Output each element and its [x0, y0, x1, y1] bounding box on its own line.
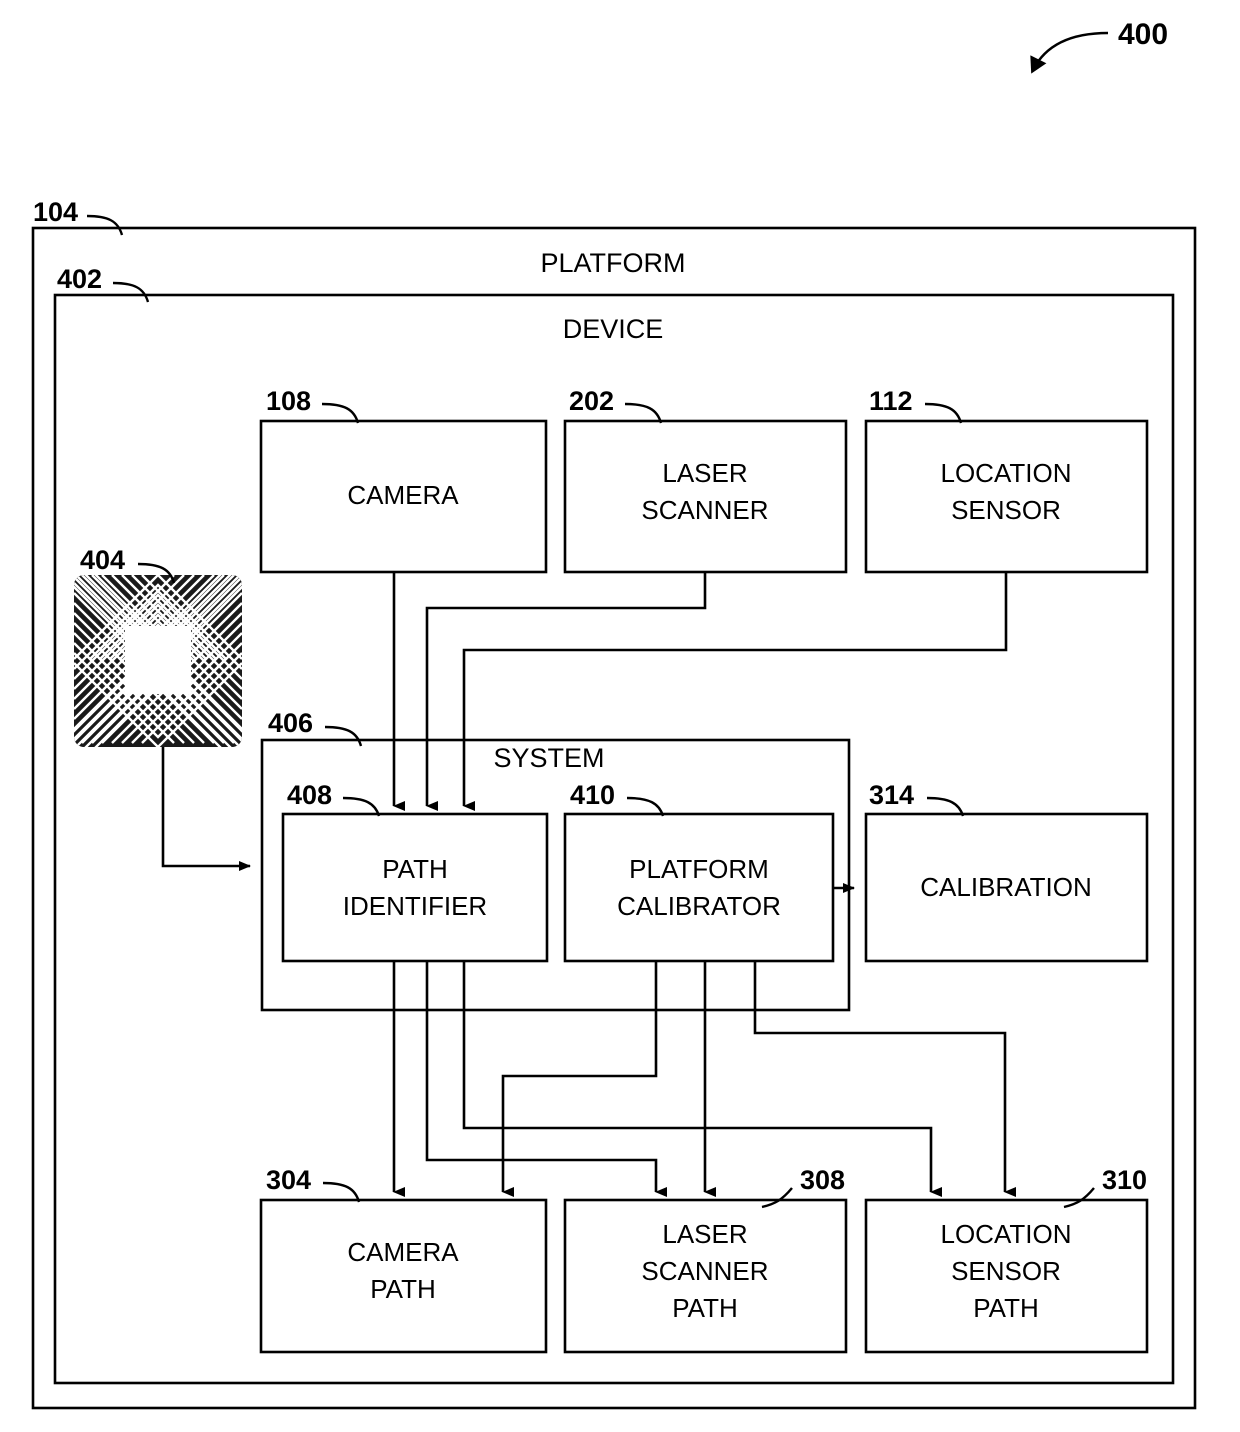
figure-pointer-arrow	[1030, 31, 1109, 74]
laser-scanner-ref-callout: 202	[569, 386, 663, 424]
location-sensor-path-label-line2: SENSOR	[951, 1256, 1061, 1286]
path-identifier-ref-callout: 408	[287, 780, 381, 817]
camera-ref-callout: 108	[266, 386, 360, 424]
path-identifier-ref-number: 408	[287, 780, 332, 810]
location-sensor-path-ref-number: 310	[1102, 1165, 1147, 1195]
location-sensor-path-label-line1: LOCATION	[941, 1219, 1072, 1249]
system-label: SYSTEM	[493, 743, 604, 773]
path-identifier-label-line1: PATH	[382, 854, 447, 884]
figure-number: 400	[1118, 18, 1168, 51]
location-sensor-path-label-line3: PATH	[973, 1293, 1038, 1323]
wire-platform-calibrator-to-camera-path	[501, 961, 658, 1197]
platform-ref-number: 104	[33, 197, 78, 227]
laser-scanner-label-line2: SCANNER	[641, 495, 768, 525]
laser-scanner-path-label-line3: PATH	[672, 1293, 737, 1323]
wire-marker-to-system	[161, 747, 251, 871]
calibration-ref-callout: 314	[869, 780, 965, 817]
location-sensor-ref-number: 112	[869, 386, 913, 416]
camera-path-ref-number: 304	[266, 1165, 311, 1195]
calibration-label: CALIBRATION	[920, 872, 1091, 902]
camera-path-ref-callout: 304	[266, 1165, 361, 1203]
camera-path-label-line1: CAMERA	[347, 1237, 459, 1267]
wire-platform-calibrator-to-location-sensor-path	[753, 961, 1016, 1197]
platform-label: PLATFORM	[540, 248, 685, 278]
fiducial-marker-icon	[74, 575, 242, 747]
marker-ref-number: 404	[80, 545, 125, 575]
laser-scanner-label-line1: LASER	[662, 458, 747, 488]
platform-calibrator-ref-number: 410	[570, 780, 615, 810]
laser-scanner-ref-number: 202	[569, 386, 614, 416]
path-identifier-label-line2: IDENTIFIER	[343, 891, 487, 921]
device-ref-number: 402	[57, 264, 102, 294]
camera-path-label-line2: PATH	[370, 1274, 435, 1304]
patent-figure-400: 400 104 PLATFORM 402 DEVICE 108 CAMERA 2…	[0, 0, 1240, 1432]
laser-scanner-path-label-line1: LASER	[662, 1219, 747, 1249]
system-leader-line	[324, 725, 363, 747]
calibration-ref-number: 314	[869, 780, 914, 810]
location-sensor-label-line2: SENSOR	[951, 495, 1061, 525]
device-label: DEVICE	[563, 314, 664, 344]
device-leader-line	[112, 281, 150, 303]
laser-scanner-path-ref-number: 308	[800, 1165, 845, 1195]
platform-calibrator-ref-callout: 410	[570, 780, 665, 817]
figure-number-callout: 400	[1030, 18, 1168, 74]
camera-ref-number: 108	[266, 386, 311, 416]
diagram-canvas: 400 104 PLATFORM 402 DEVICE 108 CAMERA 2…	[31, 18, 1197, 1410]
laser-scanner-path-label-line2: SCANNER	[641, 1256, 768, 1286]
platform-calibrator-label-line2: CALIBRATOR	[617, 891, 781, 921]
platform-leader-line	[86, 214, 124, 236]
camera-label: CAMERA	[347, 480, 459, 510]
system-ref-number: 406	[268, 708, 313, 738]
platform-ref-callout: 104	[33, 197, 124, 236]
location-sensor-label-line1: LOCATION	[941, 458, 1072, 488]
device-ref-callout: 402	[57, 264, 150, 303]
path-identifier-box	[281, 812, 549, 963]
platform-calibrator-label-line1: PLATFORM	[629, 854, 769, 884]
location-sensor-ref-callout: 112	[869, 386, 963, 424]
platform-calibrator-box	[563, 812, 835, 963]
